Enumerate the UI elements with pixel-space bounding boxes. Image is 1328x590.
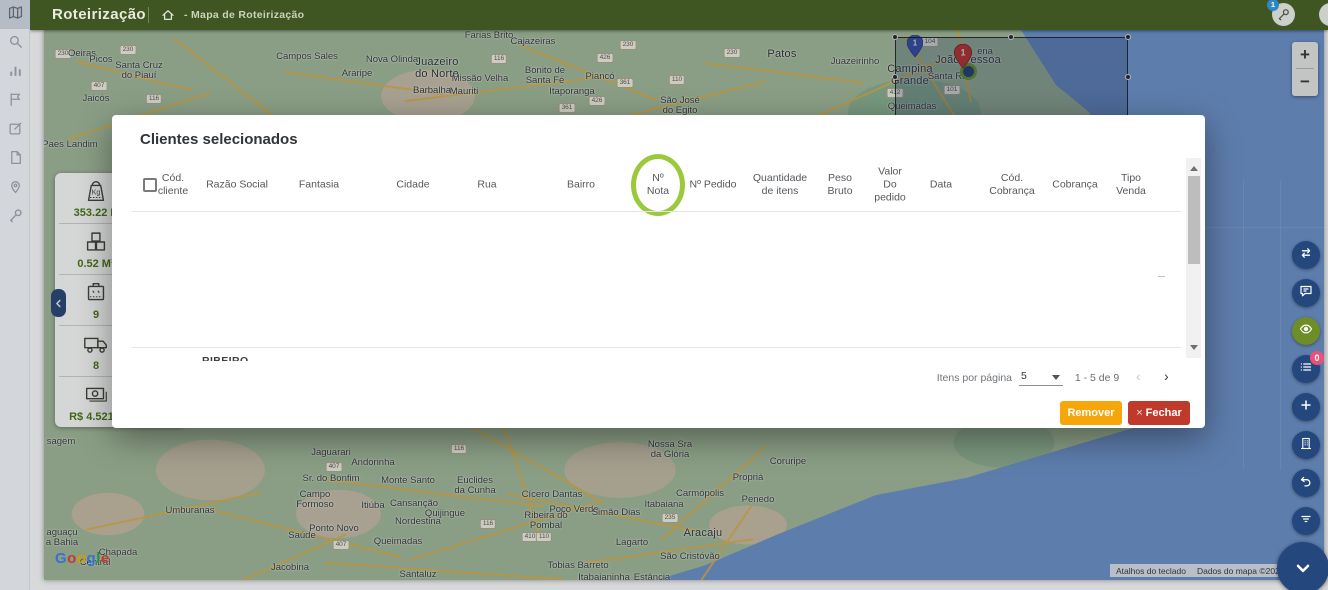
modal-title: Clientes selecionados <box>140 131 298 148</box>
column-header: Cidade <box>396 179 429 192</box>
pagination-range: 1 - 5 de 9 <box>1065 372 1129 384</box>
top-bar: Roteirização - Mapa de Roteirização 1 ! <box>30 0 1328 30</box>
table-row[interactable]: RIBEIRO <box>202 351 342 361</box>
empty-cell-dash <box>1158 276 1165 277</box>
previous-page-button[interactable]: ‹ <box>1136 368 1141 384</box>
scroll-down-icon[interactable] <box>1190 345 1198 350</box>
expand-toolbar-button[interactable] <box>1277 542 1328 590</box>
items-per-page-select[interactable]: 5 <box>1019 368 1063 386</box>
home-icon[interactable] <box>161 8 175 22</box>
bar-chart-icon <box>8 63 23 83</box>
app-window: Roteirização - Mapa de Roteirização 1 ! … <box>0 0 1328 590</box>
filter-icon <box>1299 512 1313 531</box>
table-header-divider <box>132 211 1181 212</box>
count-badge: 0 <box>1310 351 1324 365</box>
sidebar-item-pin[interactable] <box>0 174 30 203</box>
column-header: Rua <box>477 179 496 192</box>
chat-icon <box>1299 284 1313 303</box>
table-scrollbar[interactable] <box>1186 158 1201 358</box>
plus-button[interactable] <box>1292 393 1320 421</box>
select-all-checkbox[interactable] <box>143 178 157 192</box>
edit-icon <box>8 121 23 141</box>
column-header: Bairro <box>567 179 595 192</box>
undo-icon <box>1299 474 1313 493</box>
undo-button[interactable] <box>1292 469 1320 497</box>
scroll-up-icon[interactable] <box>1190 166 1198 171</box>
column-header: Data <box>930 179 952 192</box>
filter-button[interactable] <box>1292 507 1320 535</box>
highlight-annotation-ring <box>631 154 685 216</box>
document-icon <box>8 150 23 170</box>
left-sidebar <box>0 0 30 590</box>
app-title: Roteirização <box>52 6 146 23</box>
sidebar-item-wrench[interactable] <box>0 203 30 232</box>
sidebar-item-search[interactable] <box>0 29 30 58</box>
eye-icon <box>1299 322 1313 341</box>
eye-button[interactable] <box>1292 317 1320 345</box>
sidebar-item-edit[interactable] <box>0 116 30 145</box>
chevron-down-icon <box>1293 558 1313 578</box>
sidebar-item-routes[interactable] <box>0 87 30 116</box>
swap-button[interactable] <box>1292 241 1320 269</box>
selected-clients-modal: Clientes selecionados Cód. cliente Razão … <box>112 115 1205 428</box>
wrench-icon <box>8 208 23 228</box>
table-row-divider <box>132 347 1181 348</box>
column-header: Quantidade de itens <box>753 172 807 198</box>
routes-icon <box>8 92 23 112</box>
column-header: Cód. Cobrança <box>989 172 1035 198</box>
building-button[interactable] <box>1292 431 1320 459</box>
next-page-button[interactable]: › <box>1164 368 1169 384</box>
close-button[interactable]: ×Fechar <box>1128 401 1190 425</box>
column-header: Fantasia <box>299 179 339 192</box>
chat-button[interactable] <box>1292 279 1320 307</box>
pin-icon <box>8 179 23 199</box>
swap-icon <box>1299 246 1313 265</box>
list-button[interactable]: 0 <box>1292 355 1320 383</box>
sidebar-item-document[interactable] <box>0 145 30 174</box>
column-header: Cobrança <box>1052 179 1098 192</box>
column-header: Cód. cliente <box>158 172 188 198</box>
column-header: Peso Bruto <box>827 172 852 198</box>
scrollbar-thumb[interactable] <box>1188 176 1200 264</box>
close-icon: × <box>1136 407 1142 419</box>
column-header: Nº Pedido <box>689 179 736 192</box>
column-header: Tipo Venda <box>1116 172 1146 198</box>
items-per-page-label: Itens por página <box>882 372 1012 384</box>
divider <box>148 7 149 23</box>
search-icon <box>8 34 23 54</box>
column-header: Valor Do pedido <box>874 166 906 205</box>
building-icon <box>1299 436 1313 455</box>
remove-button[interactable]: Remover <box>1060 401 1122 425</box>
sidebar-item-bar-chart[interactable] <box>0 58 30 87</box>
alert-button[interactable]: ! <box>1319 3 1328 26</box>
caret-down-icon <box>1052 375 1060 380</box>
column-header: Razão Social <box>206 179 268 192</box>
plus-icon <box>1299 398 1313 417</box>
sidebar-item-map[interactable] <box>0 0 30 29</box>
map-icon <box>8 5 23 25</box>
breadcrumb: - Mapa de Roteirização <box>184 9 304 21</box>
